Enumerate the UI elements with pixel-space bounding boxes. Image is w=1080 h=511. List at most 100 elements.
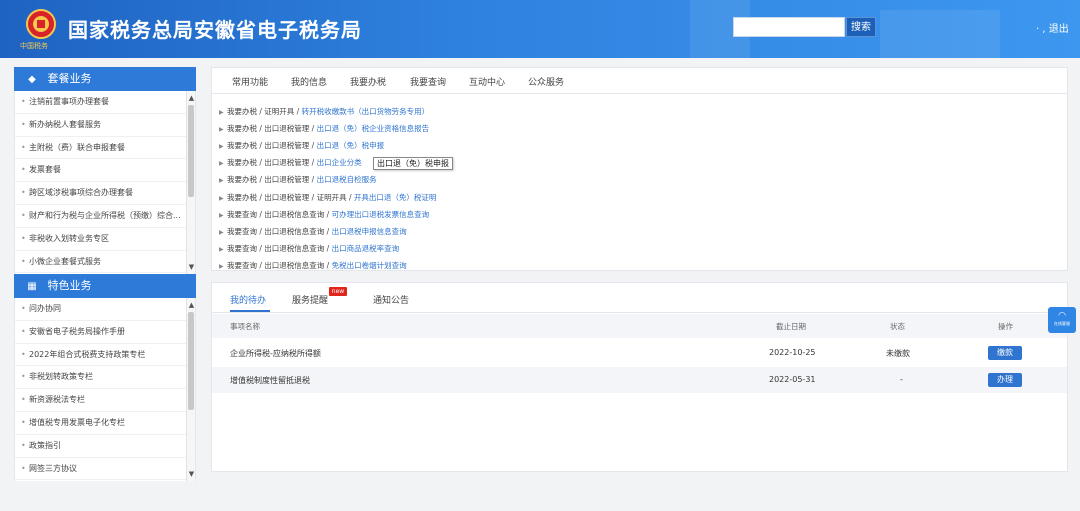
sidebar-item[interactable]: • 新资源税法专栏 xyxy=(15,389,187,412)
quick-link-row: ▶ 我要查询 / 出口退税信息查询 / 出口退税申报信息查询 xyxy=(219,226,407,237)
tab-service-reminder[interactable]: 服务提醒 xyxy=(292,293,328,306)
quick-link-row: ▶ 我要办税 / 出口退税管理 / 证明开具 / 开具出口退（免）税证明 xyxy=(219,192,436,203)
table-header: 事项名称 截止日期 状态 操作 xyxy=(212,314,1067,338)
quick-link-row: ▶ 我要办税 / 出口退税管理 / 出口退（免）税申报 xyxy=(219,140,384,151)
sidebar-scrollbar[interactable]: ▲ ▼ xyxy=(186,298,195,481)
package-icon: ◆ xyxy=(28,74,36,85)
sidebar-item-label: 网签三方协议 xyxy=(29,463,77,473)
nav-tab[interactable]: 我的信息 xyxy=(291,75,327,88)
handle-button[interactable]: 办理 xyxy=(988,373,1022,387)
grid-icon: ▦ xyxy=(27,281,37,292)
sidebar-scrollbar[interactable]: ▲ ▼ xyxy=(186,91,195,274)
sidebar-item[interactable]: • 安徽省电子税务局操作手册 xyxy=(15,321,187,344)
sidebar-item[interactable]: • 小微企业套餐式服务 xyxy=(15,251,187,274)
sidebar-item[interactable]: • 增值税专用发票电子化专栏 xyxy=(15,412,187,435)
sidebar-item-label: 发票套餐 xyxy=(29,165,61,175)
sidebar-item-label: 跨区域涉税事项综合办理套餐 xyxy=(29,188,133,198)
sidebar-item[interactable]: • 发票套餐 xyxy=(15,159,187,183)
nav-tab[interactable]: 我要查询 xyxy=(410,75,446,88)
quick-links-panel: 常用功能 我的信息 我要办税 我要查询 互动中心 公众服务 xyxy=(211,67,1068,271)
sidebar-item[interactable]: • 非税划转政策专栏 xyxy=(15,366,187,390)
quick-link-row: ▶ 我要查询 / 出口退税信息查询 / 出口商品退税率查询 xyxy=(219,243,399,254)
sidebar-item[interactable]: • 非税收入划转业务专区 xyxy=(15,228,187,251)
table-row: 企业所得税-应纳税所得额 2022-10-25 未缴款 缴款 xyxy=(212,341,1067,367)
tab-my-todo[interactable]: 我的待办 xyxy=(230,293,266,306)
column-header: 事项名称 xyxy=(230,322,260,331)
table-row: 增值税制度性留抵退税 2022-05-31 - 办理 xyxy=(212,367,1067,393)
nav-tab[interactable]: 我要办税 xyxy=(350,75,386,88)
quick-link[interactable]: 出口企业分类 xyxy=(317,158,362,167)
scroll-down-icon[interactable]: ▼ xyxy=(187,262,196,272)
sidebar-list-package: • 注销前置事项办理套餐 • 新办纳税人套餐服务 • 主附税（费）联合申报套餐 • 发票… xyxy=(14,91,196,274)
sidebar-item-label: 新办纳税人套餐服务 xyxy=(29,119,101,129)
sidebar-item[interactable]: • 跨区域涉税事项综合办理套餐 xyxy=(15,182,187,205)
sidebar-item[interactable]: • 2022年组合式税费支持政策专栏 xyxy=(15,344,187,367)
sidebar-item-label: 财产和行为税与企业所得税（预缴）综合... xyxy=(29,210,181,220)
exit-link[interactable]: · , 退出 xyxy=(1036,20,1069,35)
quick-link-row: ▶ 我要查询 / 出口退税信息查询 / 可办理出口退税发票信息查询 xyxy=(219,209,429,220)
section-title: 特色业务 xyxy=(47,279,92,292)
pay-button[interactable]: 缴款 xyxy=(988,346,1022,360)
sidebar-list-special: • 问办协同 • 安徽省电子税务局操作手册 • 2022年组合式税费支持政策专栏 • 非… xyxy=(14,298,196,481)
link-path: 我要查询 / 出口退税信息查询 / xyxy=(227,260,332,270)
quick-link[interactable]: 出口商品退税率查询 xyxy=(332,244,400,253)
link-path: 我要办税 / 出口退税管理 / xyxy=(227,158,317,168)
task-status: 未缴款 xyxy=(886,349,910,358)
exit-label: 退出 xyxy=(1048,24,1069,35)
sidebar-section-special[interactable]: ▦ 特色业务 xyxy=(14,274,196,298)
quick-link[interactable]: 可办理出口退税发票信息查询 xyxy=(332,210,430,219)
caret-right-icon: ▶ xyxy=(219,126,224,134)
sidebar-item-label: 小微企业套餐式服务 xyxy=(29,256,101,266)
quick-link[interactable]: 出口退（免）税申报 xyxy=(317,141,385,150)
sidebar-item[interactable]: • 新办纳税人套餐服务 xyxy=(15,114,187,137)
sidebar-item-label: 增值税专用发票电子化专栏 xyxy=(29,417,125,427)
sidebar-item-label: 非税划转政策专栏 xyxy=(29,372,93,382)
column-header: 操作 xyxy=(998,322,1013,331)
headset-icon: ◠ xyxy=(1058,311,1066,321)
sidebar: ◆ 套餐业务 • 注销前置事项办理套餐 • 新办纳税人套餐服务 • 主附税（费）联合申… xyxy=(14,67,196,481)
sidebar-section-package[interactable]: ◆ 套餐业务 xyxy=(14,67,196,91)
scroll-up-icon[interactable]: ▲ xyxy=(187,300,196,310)
tab-notices[interactable]: 通知公告 xyxy=(373,293,409,306)
column-header: 状态 xyxy=(890,322,905,331)
online-service-label: 在线客服 xyxy=(1054,321,1070,326)
logo-text: 中国税务 xyxy=(20,42,48,50)
task-name: 增值税制度性留抵退税 xyxy=(230,376,310,385)
quick-link[interactable]: 免税出口卷烟计划查询 xyxy=(332,261,407,270)
quick-link[interactable]: 出口退税申报信息查询 xyxy=(332,227,407,236)
quick-link[interactable]: 开具出口退（免）税证明 xyxy=(354,193,437,202)
site-header: 中国税务 国家税务总局安徽省电子税务局 搜索 · , 退出 xyxy=(0,0,1080,58)
nav-tab[interactable]: 公众服务 xyxy=(528,75,564,88)
sidebar-item-label: 问办协同 xyxy=(29,304,61,313)
sidebar-item[interactable]: • 注销前置事项办理套餐 xyxy=(15,91,187,114)
quick-link[interactable]: 出口退税自检服务 xyxy=(317,175,377,184)
quick-link-row: ▶ 我要办税 / 出口退税管理 / 出口退（免）税企业资格信息报告 xyxy=(219,123,429,134)
search-input[interactable] xyxy=(733,17,845,37)
scroll-down-icon[interactable]: ▼ xyxy=(187,469,196,479)
nav-tab[interactable]: 互动中心 xyxy=(469,75,505,88)
scroll-thumb[interactable] xyxy=(188,105,194,197)
online-service-button[interactable]: ◠ 在线客服 xyxy=(1048,307,1076,333)
link-path: 我要查询 / 出口退税信息查询 / xyxy=(227,226,332,236)
quick-link[interactable]: 出口退（免）税企业资格信息报告 xyxy=(317,124,430,133)
scroll-up-icon[interactable]: ▲ xyxy=(187,93,196,103)
link-path: 我要办税 / 出口退税管理 / xyxy=(227,175,317,185)
sidebar-item[interactable]: • 问办协同 xyxy=(15,298,187,321)
section-title: 套餐业务 xyxy=(47,72,92,85)
sidebar-item[interactable]: • 财产和行为税与企业所得税（预缴）综合... xyxy=(15,205,187,228)
quick-link[interactable]: 转开税收缴款书（出口货物劳务专用） xyxy=(302,107,430,116)
caret-right-icon: ▶ xyxy=(219,245,224,253)
scroll-thumb[interactable] xyxy=(188,312,194,410)
task-deadline: 2022-05-31 xyxy=(769,375,816,384)
caret-right-icon: ▶ xyxy=(219,160,224,168)
quick-link-row: ▶ 我要办税 / 出口退税管理 / 出口企业分类 xyxy=(219,157,362,168)
task-name: 企业所得税-应纳税所得额 xyxy=(230,349,321,358)
sidebar-item[interactable]: • 政策指引 xyxy=(15,435,187,458)
search-button[interactable]: 搜索 xyxy=(846,17,876,37)
link-path: 我要办税 / 出口退税管理 / xyxy=(227,124,317,134)
todo-panel: 我的待办 服务提醒 通知公告 事项名称 截止日期 状态 操作 企业所得税-应纳税… xyxy=(211,282,1068,472)
caret-right-icon: ▶ xyxy=(219,143,224,151)
sidebar-item[interactable]: • 主附税（费）联合申报套餐 xyxy=(15,137,187,160)
sidebar-item[interactable]: • 网签三方协议 xyxy=(15,458,187,481)
nav-tab[interactable]: 常用功能 xyxy=(232,75,268,88)
